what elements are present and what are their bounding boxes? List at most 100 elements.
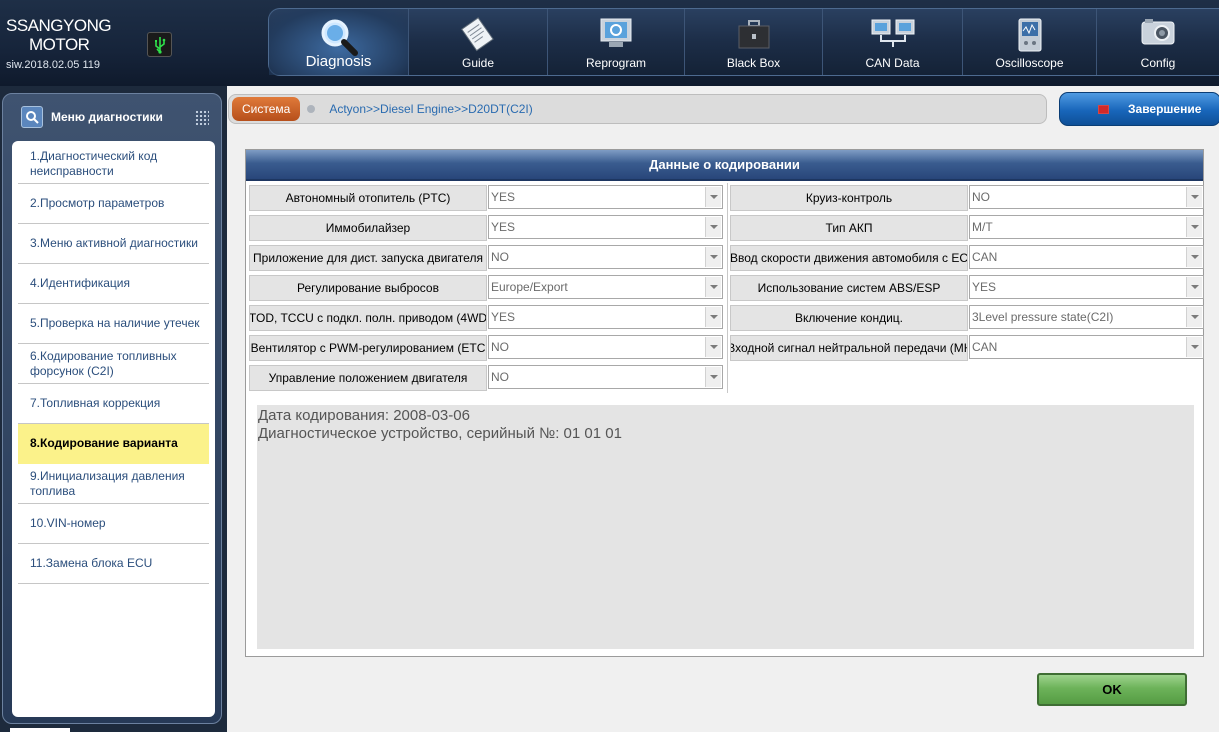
coding-select[interactable]: 3Level pressure state(C2I) bbox=[969, 305, 1204, 329]
dropdown-arrow-icon[interactable] bbox=[705, 337, 721, 357]
main-navigation: Diagnosis Guide Reprogram Black Box CAN … bbox=[268, 8, 1219, 76]
dropdown-arrow-icon[interactable] bbox=[705, 217, 721, 237]
sidebar-item-label: 6.Кодирование топливных форсунок (C2I) bbox=[30, 348, 177, 378]
coding-row: Круиз-контроль NO bbox=[730, 183, 1204, 213]
dropdown-arrow-icon[interactable] bbox=[1186, 307, 1202, 327]
usb-status-icon bbox=[147, 32, 172, 57]
nav-oscilloscope[interactable]: Oscilloscope bbox=[963, 9, 1097, 75]
nav-label: Oscilloscope bbox=[995, 56, 1064, 70]
sidebar-item-leak-check[interactable]: 5.Проверка на наличие утечек bbox=[18, 304, 209, 344]
coding-label: Иммобилайзер bbox=[249, 215, 487, 241]
coding-value: NO bbox=[491, 250, 509, 264]
breadcrumb-dot-icon bbox=[307, 105, 316, 113]
coding-row: Регулирование выбросов Europe/Export bbox=[249, 273, 723, 303]
coding-select[interactable]: YES bbox=[488, 215, 723, 239]
coding-select[interactable]: YES bbox=[488, 185, 723, 209]
coding-label: Регулирование выбросов bbox=[249, 275, 487, 301]
coding-label: TOD, TCCU с подкл. полн. приводом (4WD bbox=[249, 305, 487, 331]
coding-data-panel: Данные о кодировании Автономный отопител… bbox=[245, 149, 1204, 657]
coding-row: Использование систем ABS/ESP YES bbox=[730, 273, 1204, 303]
nav-black-box[interactable]: Black Box bbox=[685, 9, 823, 75]
sidebar-item-dtc[interactable]: 1.Диагностический код неисправности bbox=[18, 144, 209, 184]
nav-guide[interactable]: Guide bbox=[409, 9, 548, 75]
dropdown-arrow-icon[interactable] bbox=[1186, 187, 1202, 207]
nav-reprogram[interactable]: Reprogram bbox=[548, 9, 685, 75]
top-bar: SSANGYONG MOTOR siw.2018.02.05 119 Diagn… bbox=[0, 0, 1219, 86]
exit-button[interactable]: Завершение bbox=[1059, 92, 1219, 126]
coding-value: CAN bbox=[972, 250, 998, 264]
coding-value: Europe/Export bbox=[491, 280, 568, 294]
drag-grip-icon[interactable] bbox=[195, 110, 209, 126]
sidebar-item-label: 2.Просмотр параметров bbox=[30, 196, 165, 210]
dropdown-arrow-icon[interactable] bbox=[705, 247, 721, 267]
sidebar-title: Меню диагностики bbox=[51, 110, 163, 124]
nav-can-data[interactable]: CAN Data bbox=[823, 9, 963, 75]
coding-label: Автономный отопитель (PTC) bbox=[249, 185, 487, 211]
nav-label: Black Box bbox=[726, 56, 781, 70]
coding-value: M/T bbox=[972, 220, 993, 234]
sidebar-item-label: 7.Топливная коррекция bbox=[30, 396, 161, 410]
sidebar-item-injector-coding[interactable]: 6.Кодирование топливных форсунок (C2I) bbox=[18, 344, 209, 384]
coding-select[interactable]: NO bbox=[488, 335, 723, 359]
reprogram-monitor-icon bbox=[599, 17, 633, 56]
nav-diagnosis[interactable]: Diagnosis bbox=[269, 9, 409, 75]
sidebar-item-label: 4.Идентификация bbox=[30, 276, 130, 290]
coding-select[interactable]: M/T bbox=[969, 215, 1204, 239]
coding-row: Входной сигнал нейтральной передачи (МК … bbox=[730, 333, 1204, 363]
system-button[interactable]: Система bbox=[232, 97, 301, 121]
coding-select[interactable]: CAN bbox=[969, 335, 1204, 359]
coding-select[interactable]: YES bbox=[488, 305, 723, 329]
breadcrumb: Система Actyon>>Diesel Engine>>D20DT(C2I… bbox=[228, 94, 1047, 124]
stop-square-icon bbox=[1098, 105, 1109, 114]
dropdown-arrow-icon[interactable] bbox=[705, 187, 721, 207]
dropdown-arrow-icon[interactable] bbox=[705, 367, 721, 387]
dropdown-arrow-icon[interactable] bbox=[1186, 277, 1202, 297]
coding-row: Тип АКП M/T bbox=[730, 213, 1204, 243]
coding-row: Вентилятор с PWM-регулированием (ETC NO bbox=[249, 333, 723, 363]
coding-row: Ввод скорости движения автомобиля с EC C… bbox=[730, 243, 1204, 273]
coding-value: 3Level pressure state(C2I) bbox=[972, 310, 1114, 324]
coding-select[interactable]: YES bbox=[969, 275, 1204, 299]
brand-logo: SSANGYONG MOTOR siw.2018.02.05 119 bbox=[6, 16, 116, 71]
coding-info-box: Дата кодирования: 2008-03-06 Диагностиче… bbox=[257, 405, 1194, 649]
sidebar-menu-list: 1.Диагностический код неисправности 2.Пр… bbox=[12, 141, 215, 717]
oscilloscope-icon bbox=[1016, 17, 1044, 58]
sidebar-item-identification[interactable]: 4.Идентификация bbox=[18, 264, 209, 304]
dropdown-arrow-icon[interactable] bbox=[705, 307, 721, 327]
dropdown-arrow-icon[interactable] bbox=[1186, 247, 1202, 267]
sidebar-item-ecu-replace[interactable]: 11.Замена блока ECU bbox=[18, 544, 209, 584]
coding-label: Вентилятор с PWM-регулированием (ETC bbox=[249, 335, 487, 361]
coding-row: Приложение для дист. запуска двигателя N… bbox=[249, 243, 723, 273]
sidebar-item-label: 1.Диагностический код неисправности bbox=[30, 148, 158, 178]
coding-row: Иммобилайзер YES bbox=[249, 213, 723, 243]
coding-select[interactable]: Europe/Export bbox=[488, 275, 723, 299]
coding-value: NO bbox=[491, 370, 509, 384]
ok-button[interactable]: OK bbox=[1037, 673, 1187, 706]
coding-label: Приложение для дист. запуска двигателя bbox=[249, 245, 487, 271]
sidebar-item-label: 9.Инициализация давления топлива bbox=[30, 468, 185, 498]
coding-row: Включение кондиц. 3Level pressure state(… bbox=[730, 303, 1204, 333]
sidebar-item-variant-coding[interactable]: 8.Кодирование варианта bbox=[18, 424, 209, 464]
sidebar-item-active-diagnosis[interactable]: 3.Меню активной диагностики bbox=[18, 224, 209, 264]
coding-select[interactable]: NO bbox=[488, 245, 723, 269]
sidebar-item-fuel-pressure-init[interactable]: 9.Инициализация давления топлива bbox=[18, 464, 209, 504]
sidebar-item-label: 8.Кодирование варианта bbox=[30, 436, 178, 450]
coding-select[interactable]: CAN bbox=[969, 245, 1204, 269]
sidebar-item-parameters[interactable]: 2.Просмотр параметров bbox=[18, 184, 209, 224]
sidebar-item-vin[interactable]: 10.VIN-номер bbox=[18, 504, 209, 544]
config-camera-icon bbox=[1140, 17, 1176, 52]
sidebar-item-fuel-correction[interactable]: 7.Топливная коррекция bbox=[18, 384, 209, 424]
dropdown-arrow-icon[interactable] bbox=[1186, 217, 1202, 237]
sidebar-item-label: 3.Меню активной диагностики bbox=[30, 236, 198, 250]
coding-select[interactable]: NO bbox=[969, 185, 1204, 209]
coding-row: Автономный отопитель (PTC) YES bbox=[249, 183, 723, 213]
dropdown-arrow-icon[interactable] bbox=[1186, 337, 1202, 357]
can-network-icon bbox=[870, 17, 916, 56]
coding-select[interactable]: NO bbox=[488, 365, 723, 389]
dropdown-arrow-icon[interactable] bbox=[705, 277, 721, 297]
sidebar-item-label: 10.VIN-номер bbox=[30, 516, 106, 530]
nav-config[interactable]: Config bbox=[1097, 9, 1219, 75]
coding-value: YES bbox=[491, 220, 516, 234]
coding-label: Включение кондиц. bbox=[730, 305, 968, 331]
sidebar-header: Меню диагностики bbox=[3, 94, 221, 140]
